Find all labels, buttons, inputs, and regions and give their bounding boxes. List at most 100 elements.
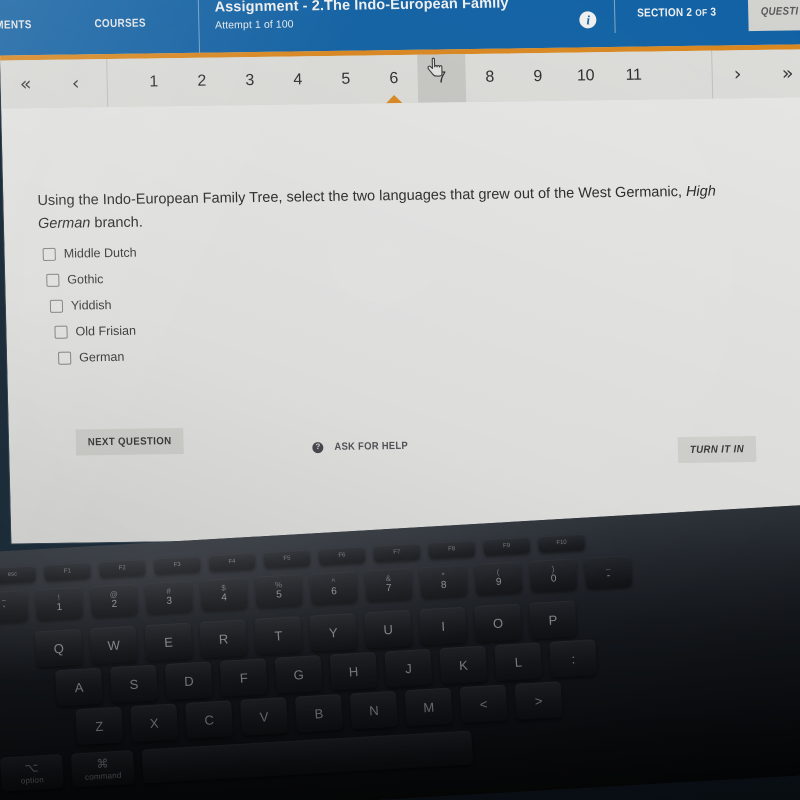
- pager-number-label: 1: [149, 73, 159, 91]
- key-t[interactable]: T: [254, 616, 303, 655]
- pager-number-2[interactable]: 2: [177, 57, 226, 106]
- key-label: F4: [228, 558, 236, 566]
- answer-option[interactable]: German: [58, 344, 140, 371]
- checkbox-icon[interactable]: [49, 299, 64, 313]
- key-y[interactable]: Y: [309, 612, 358, 652]
- key-p[interactable]: P: [528, 600, 577, 639]
- key-s[interactable]: S: [109, 664, 158, 704]
- pager-number-11[interactable]: 11: [609, 51, 658, 100]
- key-d[interactable]: D: [164, 661, 213, 700]
- key-esc[interactable]: esc: [0, 565, 36, 584]
- pager-number-7[interactable]: 7: [417, 54, 467, 103]
- key-period[interactable]: >: [514, 681, 563, 720]
- key-7[interactable]: & 7: [364, 567, 413, 602]
- next-question-button[interactable]: NEXT QUESTION: [75, 428, 184, 456]
- key-2[interactable]: @2: [90, 583, 138, 618]
- pager-number-8[interactable]: 8: [465, 53, 514, 102]
- key-h[interactable]: H: [329, 651, 378, 691]
- key-3[interactable]: #3: [145, 580, 193, 614]
- key-0[interactable]: ) 0: [529, 558, 578, 592]
- key-a[interactable]: A: [55, 667, 104, 707]
- pager-number-label: 7: [437, 69, 447, 87]
- pager-number-4[interactable]: 4: [273, 56, 322, 105]
- info-button[interactable]: i: [579, 0, 615, 47]
- key-j[interactable]: J: [384, 648, 433, 688]
- key-g[interactable]: G: [274, 655, 323, 694]
- pager-prev-button[interactable]: ‹: [50, 72, 100, 94]
- key-f9[interactable]: F9: [483, 536, 531, 556]
- key-u[interactable]: U: [364, 609, 413, 649]
- key-5[interactable]: % 5: [254, 574, 303, 608]
- key-f8[interactable]: F8: [428, 540, 476, 559]
- key-n[interactable]: N: [349, 690, 398, 730]
- pager-first-button[interactable]: «: [0, 73, 50, 95]
- key-w[interactable]: W: [89, 625, 138, 665]
- pager-last-button[interactable]: »: [762, 62, 800, 84]
- key-:[interactable]: :: [549, 639, 598, 678]
- pager-number-label: 9: [533, 67, 543, 86]
- key-f[interactable]: F: [219, 658, 268, 697]
- key-q[interactable]: Q: [34, 628, 83, 668]
- key-f7[interactable]: F7: [373, 543, 421, 562]
- key-f3[interactable]: F3: [153, 555, 201, 575]
- pager-number-5[interactable]: 5: [321, 55, 370, 104]
- key-e[interactable]: E: [144, 622, 193, 662]
- key-4[interactable]: $4: [200, 577, 248, 611]
- key-l[interactable]: L: [494, 642, 543, 681]
- key-label: 7: [385, 583, 392, 595]
- pager-number-9[interactable]: 9: [513, 53, 562, 102]
- key-r[interactable]: R: [199, 619, 248, 658]
- pager-number-3[interactable]: 3: [225, 57, 274, 106]
- question-tab[interactable]: QUESTI: [748, 0, 800, 32]
- key-comma[interactable]: <: [459, 684, 508, 724]
- checkbox-icon[interactable]: [54, 325, 68, 339]
- answer-option[interactable]: Old Frisian: [54, 318, 139, 345]
- ask-for-help-link[interactable]: ? ASK FOR HELP: [312, 440, 412, 453]
- answer-option[interactable]: Gothic: [46, 266, 138, 293]
- key-option[interactable]: ⌥ option: [0, 754, 64, 792]
- key-x[interactable]: X: [130, 703, 179, 743]
- key-`[interactable]: ~ `: [0, 589, 29, 624]
- key-f4[interactable]: F4: [208, 552, 256, 572]
- key-label: C: [204, 711, 215, 728]
- checkbox-icon[interactable]: [42, 247, 56, 261]
- section-current: 2: [686, 6, 693, 19]
- key-k[interactable]: K: [439, 645, 488, 685]
- nav-assignments[interactable]: NMENTS: [0, 0, 44, 56]
- turn-it-in-button[interactable]: TURN IT IN: [677, 436, 757, 464]
- key-9[interactable]: (9: [474, 561, 523, 595]
- checkbox-icon[interactable]: [46, 273, 60, 287]
- key-command[interactable]: ⌘ command: [70, 750, 135, 788]
- key-c[interactable]: C: [185, 700, 234, 739]
- key-8[interactable]: * 8: [419, 564, 468, 599]
- key-label: R: [218, 630, 229, 647]
- answer-option[interactable]: Middle Dutch: [42, 240, 137, 267]
- key-f2[interactable]: F2: [98, 559, 146, 578]
- key-label: F2: [118, 565, 126, 572]
- key-label: Z: [94, 718, 104, 734]
- key-z[interactable]: Z: [75, 706, 124, 746]
- pager-number-6[interactable]: 6: [369, 55, 418, 104]
- key-f10[interactable]: F10: [538, 533, 585, 553]
- pager-next-button[interactable]: ›: [712, 63, 762, 85]
- key-f1[interactable]: F1: [43, 562, 91, 581]
- key-f6[interactable]: F6: [318, 546, 366, 565]
- nav-courses[interactable]: COURSES: [82, 0, 159, 54]
- answer-option-label: Middle Dutch: [63, 245, 137, 261]
- key-f5[interactable]: F5: [263, 549, 311, 569]
- key-m[interactable]: M: [404, 687, 453, 727]
- key-label: U: [383, 621, 394, 637]
- key-o[interactable]: O: [474, 603, 523, 643]
- pager-number-10[interactable]: 10: [561, 52, 610, 101]
- checkbox-icon[interactable]: [58, 351, 72, 365]
- key--[interactable]: _ -: [584, 555, 633, 589]
- key-b[interactable]: B: [294, 693, 343, 733]
- answer-option[interactable]: Yiddish: [49, 292, 139, 319]
- key-6[interactable]: ^ 6: [309, 570, 358, 605]
- pager-number-1[interactable]: 1: [129, 58, 178, 107]
- key-v[interactable]: V: [240, 697, 289, 736]
- key-label: :: [570, 650, 576, 667]
- key-1[interactable]: ! 1: [35, 586, 84, 621]
- answer-option-label: German: [79, 349, 125, 365]
- key-i[interactable]: I: [419, 606, 468, 646]
